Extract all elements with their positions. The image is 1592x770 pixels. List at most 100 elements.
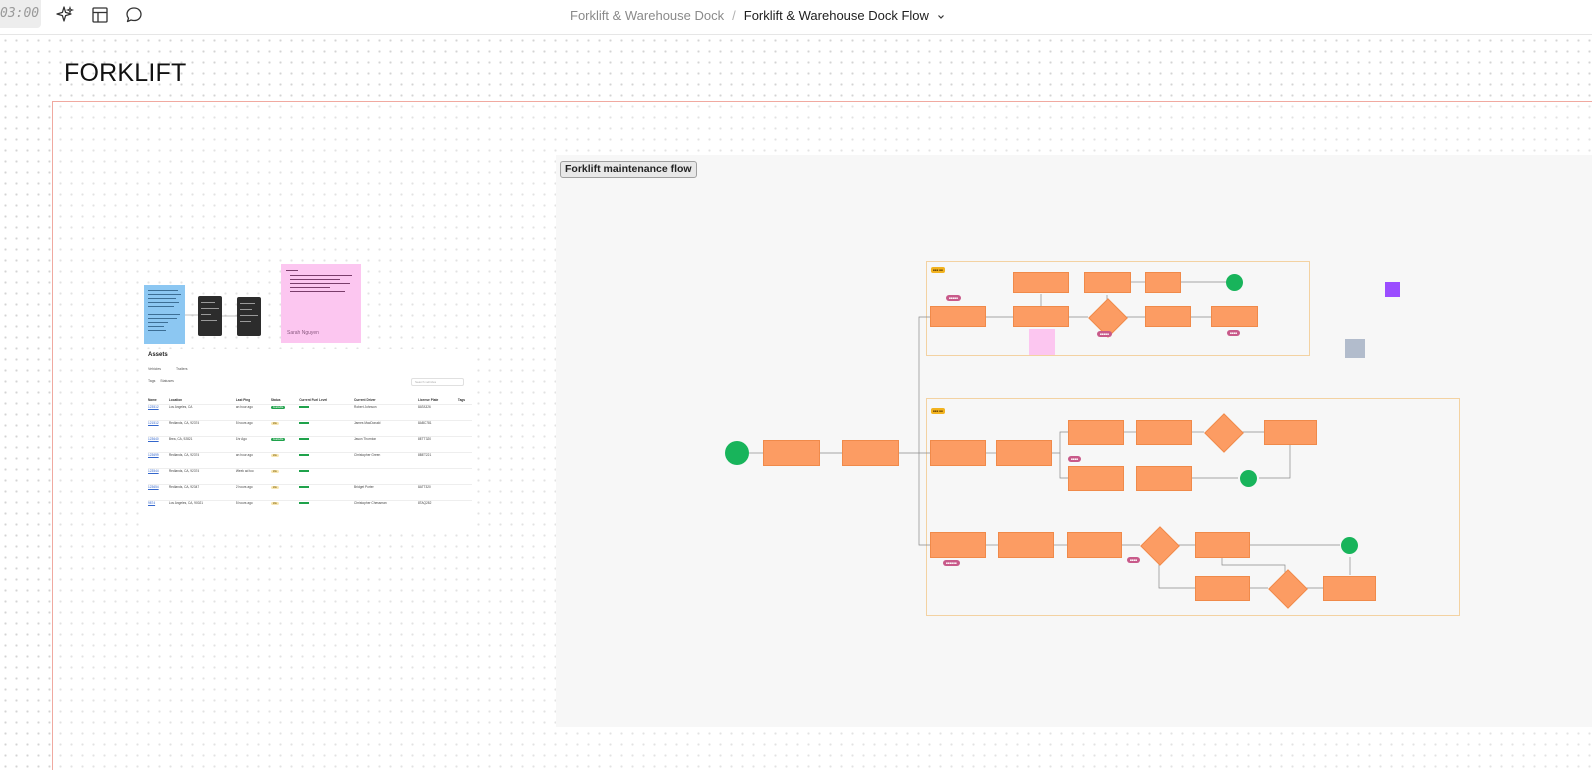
whiteboard-canvas[interactable]: FORKLIFT Sarah Nguyen Assets Vehicles Tr… xyxy=(0,35,1592,770)
flow-process-box[interactable] xyxy=(1195,532,1250,558)
flow-process-box[interactable] xyxy=(1013,272,1069,293)
flow-process-box[interactable] xyxy=(1068,420,1124,445)
flow-process-box[interactable] xyxy=(1145,272,1181,293)
cell-last-ping: 5 hours ago xyxy=(235,501,253,505)
flow-sticker-label[interactable]: ■■■ ■■ xyxy=(931,408,945,414)
filter-statuses[interactable]: Statuses xyxy=(160,379,174,383)
flow-process-box[interactable] xyxy=(1323,576,1376,601)
mini-screenshot-panel[interactable] xyxy=(198,296,222,336)
table-row[interactable]: 123512 Los Angeles, CA an hour ago Availabl… xyxy=(148,404,472,421)
sparkle-icon[interactable] xyxy=(55,5,75,25)
cell-name[interactable]: 123512 xyxy=(148,405,159,409)
sticky-signature: Sarah Nguyen xyxy=(287,330,319,336)
flow-process-box[interactable] xyxy=(1195,576,1250,601)
cell-location-container: Los Angeles, CA, 90021 xyxy=(168,500,236,516)
cell-name[interactable]: 123654 xyxy=(148,485,159,489)
cell-last-ping: 2 hours ago xyxy=(235,485,253,489)
assets-title: Assets xyxy=(148,352,168,358)
cell-location-container: Redlands, CA, 92347 xyxy=(168,484,236,501)
blue-sticky-note[interactable] xyxy=(144,285,185,344)
search-input[interactable]: Search vehicles xyxy=(411,378,464,386)
flow-tag[interactable]: ■■■■ xyxy=(1068,456,1082,462)
table-row[interactable]: 9874 Los Angeles, CA, 90021 5 hours ago Idl… xyxy=(148,500,472,516)
comment-icon[interactable] xyxy=(124,5,144,25)
cell-tags xyxy=(457,452,472,469)
flow-frame-label[interactable]: Forklift maintenance flow xyxy=(560,161,697,178)
col-fuel: Current Fuel Level xyxy=(299,398,328,402)
flow-process-box[interactable] xyxy=(1013,306,1069,327)
tab-trailers[interactable]: Trailers xyxy=(176,367,188,371)
flow-process-box[interactable] xyxy=(930,306,986,327)
cell-driver-container: Robert Johnson xyxy=(354,404,418,421)
assets-screenshot[interactable]: Assets Vehicles Trailers Tags Statuses S… xyxy=(144,349,476,527)
chevron-down-icon[interactable] xyxy=(937,13,945,21)
table-row[interactable]: 123640 Brea, CA, 92821 1hr Ago Available Jas… xyxy=(148,436,472,453)
table-row[interactable]: 123699 Redlands, CA, 92374 an hour ago Idle… xyxy=(148,452,472,469)
table-row[interactable]: 121512 Redlands, CA, 92374 5 hours ago Idle… xyxy=(148,420,472,437)
flow-process-box[interactable] xyxy=(842,440,899,466)
table-row[interactable]: 123544 Redlands, CA, 92374 Week ad too Idle xyxy=(148,468,472,485)
cell-fuel xyxy=(299,468,355,485)
pink-sticky-note[interactable]: Sarah Nguyen xyxy=(281,264,361,343)
tab-vehicles[interactable]: Vehicles xyxy=(148,367,161,371)
cell-status: Idle xyxy=(270,422,279,425)
cell-driver-container: Jason Thornton xyxy=(354,436,418,453)
col-status: Status xyxy=(270,398,281,402)
col-tags: Tags xyxy=(457,398,466,402)
flow-sticky-note[interactable] xyxy=(1029,329,1055,355)
breadcrumb-current[interactable]: Forklift & Warehouse Dock Flow xyxy=(744,8,929,23)
flow-tag[interactable]: ■■■■■ xyxy=(1097,331,1113,337)
flow-process-box[interactable] xyxy=(1145,306,1191,327)
flow-process-box[interactable] xyxy=(1136,420,1192,445)
cell-name[interactable]: 123699 xyxy=(148,453,159,457)
mini-screenshot-panel[interactable] xyxy=(237,297,261,336)
cell-driver-container xyxy=(354,468,418,485)
col-driver: Current Driver xyxy=(354,398,376,402)
layout-icon[interactable] xyxy=(90,5,110,25)
cell-name[interactable]: 121512 xyxy=(148,421,159,425)
flow-process-box[interactable] xyxy=(998,532,1054,558)
cell-tags xyxy=(457,468,472,485)
gray-shape[interactable] xyxy=(1345,339,1365,358)
cell-plate-container: 8ETT320 xyxy=(417,436,458,453)
flow-process-box[interactable] xyxy=(1068,466,1124,491)
flow-sticker-label[interactable]: ■■■ ■■ xyxy=(931,267,945,273)
cell-location-container: Redlands, CA, 92374 xyxy=(168,452,236,469)
flow-end-node[interactable] xyxy=(1341,537,1358,554)
cell-location: Redlands, CA, 92374 xyxy=(168,469,200,473)
cell-name[interactable]: 9874 xyxy=(148,501,155,505)
flow-process-box[interactable] xyxy=(1264,420,1317,445)
flow-process-box[interactable] xyxy=(1084,272,1131,293)
flow-process-box[interactable] xyxy=(996,440,1052,466)
flow-end-node[interactable] xyxy=(1226,274,1243,291)
flow-process-box[interactable] xyxy=(1067,532,1122,558)
flow-end-node[interactable] xyxy=(1240,470,1257,487)
purple-shape[interactable] xyxy=(1385,282,1400,297)
flow-start-node[interactable] xyxy=(725,441,749,465)
fuel-level-bar xyxy=(299,454,310,456)
breadcrumb-parent[interactable]: Forklift & Warehouse Dock xyxy=(570,8,724,23)
filter-tags[interactable]: Tags xyxy=(148,379,155,383)
cell-status-container: Available xyxy=(270,404,300,421)
flow-process-box[interactable] xyxy=(930,440,986,466)
flow-process-box[interactable] xyxy=(930,532,986,558)
cell-plate-container: 8ABC781 xyxy=(417,420,458,437)
cell-driver-container: James MacDonald xyxy=(354,420,418,437)
cell-name[interactable]: 123640 xyxy=(148,437,159,441)
flow-process-box[interactable] xyxy=(763,440,820,466)
flow-process-box[interactable] xyxy=(1136,466,1192,491)
cell-plate-container: 8TAQ282 xyxy=(417,500,458,516)
flow-tag[interactable]: ■■■■ xyxy=(1227,330,1241,336)
flow-section-bottom[interactable] xyxy=(926,398,1460,616)
flow-process-box[interactable] xyxy=(1211,306,1258,327)
cell-name[interactable]: 123544 xyxy=(148,469,159,473)
cell-last-ping: 1hr Ago xyxy=(235,437,247,441)
flow-tag[interactable]: ■■■■■ xyxy=(946,295,962,301)
section-title[interactable]: FORKLIFT xyxy=(64,59,186,88)
cell-plate-container xyxy=(417,468,458,485)
fuel-level-bar xyxy=(299,438,310,440)
cell-location: Redlands, CA, 92374 xyxy=(168,453,200,457)
flow-tag[interactable]: ■■■■■■ xyxy=(943,560,960,566)
flow-tag[interactable]: ■■■■ xyxy=(1127,557,1141,563)
table-row[interactable]: 123654 Redlands, CA, 92347 2 hours ago Idle… xyxy=(148,484,472,501)
